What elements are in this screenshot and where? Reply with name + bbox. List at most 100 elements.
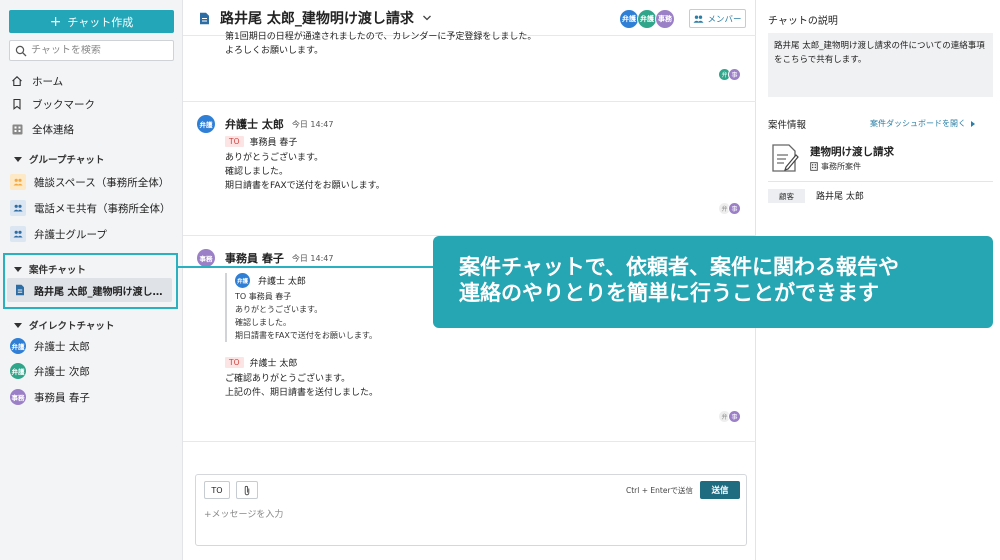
- message-line: よろしくお願いします。: [225, 46, 324, 56]
- collapse-icon: [14, 156, 22, 162]
- group-icon: [10, 226, 26, 242]
- paperclip-icon: [244, 485, 250, 495]
- read-avatar: 事: [728, 202, 741, 215]
- search-input[interactable]: [31, 45, 171, 56]
- create-chat-button[interactable]: + チャット作成: [9, 10, 174, 33]
- message-line: 期日請書をFAXで送付をお願いします。: [225, 181, 385, 191]
- quote-line: 期日請書をFAXで送付をお願いします。: [235, 331, 378, 340]
- case-info-label: 案件情報: [768, 120, 807, 131]
- search-icon: [15, 45, 27, 56]
- attach-button[interactable]: [236, 481, 258, 499]
- sidebar-item-label: 電話メモ共有（事務所全体）: [34, 202, 171, 215]
- chat-description: 路井尾 太郎_建物明け渡し請求の件についての連絡事項をこちらで共有します。: [768, 33, 993, 97]
- message-input[interactable]: [204, 507, 734, 537]
- sidebar-item-announcements[interactable]: 全体連絡: [10, 120, 74, 138]
- callout-line: 連絡のやりとりを簡単に行うことができます: [459, 281, 879, 305]
- sidebar-item-group[interactable]: 雑談スペース（事務所全体）: [10, 173, 169, 191]
- quote-line: 確認しました。: [235, 318, 291, 327]
- case-chat-highlight: [3, 253, 178, 309]
- message-body: ご確認ありがとうございます。 上記の件、期日請書を送付しました。: [225, 372, 378, 400]
- sidebar-item-direct[interactable]: 弁護 弁護士 次郎: [10, 362, 90, 380]
- sidebar-item-label: 全体連絡: [32, 123, 74, 136]
- client-badge: 顧客: [768, 189, 805, 203]
- home-icon: [10, 74, 24, 88]
- message-line: 第1回期日の日程が通達されましたので、カレンダーに予定登録をしました。: [225, 32, 537, 42]
- create-chat-label: チャット作成: [67, 15, 134, 29]
- chat-title[interactable]: 路井尾 太郎_建物明け渡し請求: [199, 8, 432, 28]
- divider: [768, 181, 993, 182]
- message: 第1回期日の日程が通達されましたので、カレンダーに予定登録をしました。 よろしく…: [183, 32, 756, 102]
- feature-callout: 案件チャットで、依頼者、案件に関わる報告や 連絡のやりとりを簡単に行うことができ…: [433, 236, 993, 328]
- message-header: 弁護 弁護士 太郎 今日 14:47: [197, 115, 333, 133]
- section-label: ダイレクトチャット: [29, 321, 115, 332]
- mention-line: TO 事務員 春子: [225, 135, 297, 148]
- to-badge: TO: [225, 357, 244, 368]
- mention-name: 事務員 春子: [249, 138, 298, 148]
- message-time: 今日 14:47: [291, 253, 334, 263]
- case-dashboard-link[interactable]: 案件ダッシュボードを開く: [870, 118, 975, 129]
- quoted-message[interactable]: 弁護 弁護士 太郎 TO 事務員 春子 ありがとうございます。 確認しました。 …: [225, 273, 377, 342]
- sidebar-item-bookmark[interactable]: ブックマーク: [10, 95, 95, 113]
- bookmark-icon: [10, 97, 24, 111]
- group-chat-section[interactable]: グループチャット: [14, 152, 104, 166]
- avatar: 事務: [197, 249, 215, 267]
- sidebar-item-direct[interactable]: 事務 事務員 春子: [10, 388, 90, 406]
- client-name[interactable]: 路井尾 太郎: [816, 189, 864, 202]
- member-avatars[interactable]: 弁護 弁護 事務: [619, 9, 675, 29]
- people-icon: [693, 15, 704, 23]
- mention-name: 弁護士 太郎: [249, 359, 298, 369]
- callout-line: 案件チャットで、依頼者、案件に関わる報告や: [459, 255, 899, 279]
- read-receipts[interactable]: 弁 事: [718, 202, 741, 215]
- message-author: 弁護士 太郎: [225, 118, 284, 131]
- group-icon: [10, 200, 26, 216]
- message-time: 今日 14:47: [291, 119, 334, 129]
- send-button[interactable]: 送信: [700, 481, 740, 499]
- panel-title: チャットの説明: [768, 16, 838, 27]
- message: 弁護 弁護士 太郎 今日 14:47 TO 事務員 春子 ありがとうございます。…: [183, 102, 756, 236]
- read-receipts[interactable]: 弁 事: [718, 68, 741, 81]
- page-title: 路井尾 太郎_建物明け渡し請求: [220, 11, 414, 27]
- message-line: ご確認ありがとうございます。: [225, 374, 351, 384]
- direct-chat-section[interactable]: ダイレクトチャット: [14, 318, 114, 332]
- building-icon: [810, 162, 818, 171]
- message-line: 確認しました。: [225, 167, 289, 177]
- avatar: 弁護: [235, 273, 250, 288]
- collapse-icon: [14, 322, 22, 328]
- quote-line: TO 事務員 春子: [235, 292, 292, 301]
- chevron-down-icon: [422, 14, 432, 22]
- sidebar-item-group[interactable]: 弁護士グループ: [10, 225, 107, 243]
- avatar: 弁護: [10, 363, 26, 379]
- members-button-label: メンバー: [707, 14, 742, 25]
- message-body: ありがとうございます。 確認しました。 期日請書をFAXで送付をお願いします。: [225, 151, 385, 193]
- group-icon: [10, 174, 26, 190]
- read-receipts[interactable]: 弁 事: [718, 410, 741, 423]
- section-label: グループチャット: [29, 155, 105, 166]
- quote-author: 弁護士 太郎: [258, 277, 306, 287]
- case-type: 事務所案件: [810, 161, 861, 172]
- building-icon: [10, 122, 24, 136]
- chat-search[interactable]: [9, 40, 174, 61]
- case-document-icon: [770, 143, 800, 176]
- case-name[interactable]: 建物明け渡し請求: [810, 144, 894, 159]
- avatar: 事務: [655, 9, 675, 29]
- callout-connector: [178, 266, 434, 268]
- avatar: 事務: [10, 389, 26, 405]
- message-author: 事務員 春子: [225, 252, 284, 265]
- case-dashboard-link-label: 案件ダッシュボードを開く: [870, 119, 966, 128]
- case-type-label: 事務所案件: [821, 162, 861, 171]
- sidebar-item-home[interactable]: ホーム: [10, 72, 63, 90]
- read-avatar: 事: [728, 410, 741, 423]
- arrow-right-icon: [971, 120, 975, 127]
- sidebar-item-direct[interactable]: 弁護 弁護士 太郎: [10, 337, 90, 355]
- sidebar-item-label: 事務員 春子: [34, 391, 90, 404]
- quote-line: ありがとうございます。: [235, 305, 323, 314]
- sidebar-item-group[interactable]: 電話メモ共有（事務所全体）: [10, 199, 171, 217]
- quote-body: TO 事務員 春子 ありがとうございます。 確認しました。 期日請書をFAXで送…: [235, 290, 377, 342]
- mention-line: TO 弁護士 太郎: [225, 356, 297, 369]
- sidebar-item-label: 弁護士 次郎: [34, 365, 90, 378]
- members-button[interactable]: メンバー: [689, 9, 746, 28]
- avatar: 弁護: [637, 9, 657, 29]
- read-avatar: 事: [728, 68, 741, 81]
- to-button[interactable]: TO: [204, 481, 230, 499]
- plus-icon: +: [49, 13, 62, 30]
